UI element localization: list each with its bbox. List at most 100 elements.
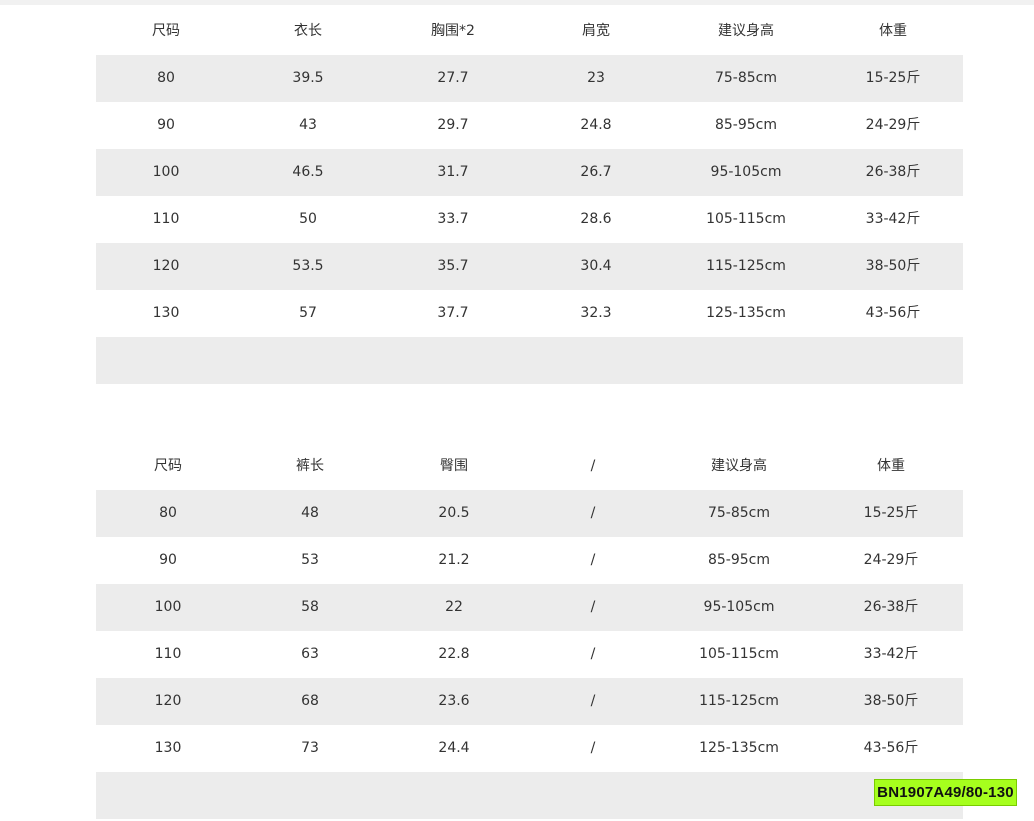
cell-length: 46.5 [292, 164, 324, 180]
cell-pants-length: 53 [301, 552, 319, 568]
top-size-table: 尺码 衣长 胸围*2 肩宽 建议身高 体重 80 39.5 27.7 23 75… [96, 8, 963, 384]
cell-chest: 29.7 [437, 117, 469, 133]
cell-size: 90 [159, 552, 177, 568]
cell-pants-length: 58 [301, 599, 319, 615]
cell-weight: 38-50斤 [865, 258, 921, 274]
table-row: 80 48 20.5 / 75-85cm 15-25斤 [96, 490, 963, 537]
cell-weight: 43-56斤 [865, 305, 921, 321]
cell-shoulder: 26.7 [580, 164, 612, 180]
header-pants-length: 裤长 [296, 458, 324, 474]
header-length: 衣长 [294, 23, 322, 39]
cell-length: 43 [299, 117, 317, 133]
header-weight: 体重 [879, 23, 907, 39]
cell-height: 125-135cm [706, 305, 786, 321]
cell-size: 90 [157, 117, 175, 133]
cell-length: 57 [299, 305, 317, 321]
cell-chest: 35.7 [437, 258, 469, 274]
cell-weight: 38-50斤 [863, 693, 919, 709]
cell-hip: 21.2 [438, 552, 470, 568]
cell-empty: / [590, 552, 596, 568]
header-hip: 臀围 [440, 458, 468, 474]
cell-height: 105-115cm [706, 211, 786, 227]
header-size: 尺码 [152, 23, 180, 39]
cell-pants-length: 73 [301, 740, 319, 756]
table-row: 110 50 33.7 28.6 105-115cm 33-42斤 [96, 196, 963, 243]
cell-empty: / [590, 740, 596, 756]
bottom-size-table: 尺码 裤长 臀围 / 建议身高 体重 80 48 20.5 / 75-85cm … [96, 443, 963, 819]
cell-size: 120 [154, 693, 182, 709]
cell-size: 80 [159, 505, 177, 521]
cell-weight: 15-25斤 [865, 70, 921, 86]
header-chest: 胸围*2 [431, 23, 475, 39]
cell-size: 110 [154, 646, 182, 662]
cell-hip: 24.4 [438, 740, 470, 756]
cell-hip: 20.5 [438, 505, 470, 521]
cell-size: 100 [154, 599, 182, 615]
header-empty: / [590, 458, 596, 474]
table-row: 120 68 23.6 / 115-125cm 38-50斤 [96, 678, 963, 725]
cell-empty: / [590, 505, 596, 521]
cell-size: 130 [154, 740, 182, 756]
product-code-badge: BN1907A49/80-130 [874, 779, 1017, 806]
table-row: 90 43 29.7 24.8 85-95cm 24-29斤 [96, 102, 963, 149]
cell-weight: 24-29斤 [863, 552, 919, 568]
cell-height: 85-95cm [714, 117, 778, 133]
cell-height: 115-125cm [699, 693, 779, 709]
cell-pants-length: 48 [301, 505, 319, 521]
cell-weight: 26-38斤 [865, 164, 921, 180]
cell-weight: 43-56斤 [863, 740, 919, 756]
cell-chest: 27.7 [437, 70, 469, 86]
cell-hip: 22 [445, 599, 463, 615]
table-row: 80 39.5 27.7 23 75-85cm 15-25斤 [96, 55, 963, 102]
cell-pants-length: 63 [301, 646, 319, 662]
top-border [0, 0, 1034, 5]
cell-shoulder: 30.4 [580, 258, 612, 274]
table-row: 120 53.5 35.7 30.4 115-125cm 38-50斤 [96, 243, 963, 290]
cell-shoulder: 32.3 [580, 305, 612, 321]
cell-height: 75-85cm [707, 505, 771, 521]
empty-table-row [96, 337, 963, 384]
cell-size: 130 [152, 305, 180, 321]
header-height: 建议身高 [718, 23, 774, 39]
cell-hip: 22.8 [438, 646, 470, 662]
cell-height: 115-125cm [706, 258, 786, 274]
cell-weight: 24-29斤 [865, 117, 921, 133]
cell-height: 105-115cm [699, 646, 779, 662]
header-size: 尺码 [154, 458, 182, 474]
cell-weight: 33-42斤 [865, 211, 921, 227]
cell-size: 120 [152, 258, 180, 274]
cell-height: 125-135cm [699, 740, 779, 756]
cell-chest: 33.7 [437, 211, 469, 227]
cell-weight: 15-25斤 [863, 505, 919, 521]
table-row: 100 58 22 / 95-105cm 26-38斤 [96, 584, 963, 631]
table-row: 130 57 37.7 32.3 125-135cm 43-56斤 [96, 290, 963, 337]
cell-hip: 23.6 [438, 693, 470, 709]
cell-height: 95-105cm [703, 599, 775, 615]
header-shoulder: 肩宽 [582, 23, 610, 39]
empty-table-row [96, 772, 963, 819]
cell-size: 80 [157, 70, 175, 86]
cell-chest: 37.7 [437, 305, 469, 321]
header-height: 建议身高 [711, 458, 767, 474]
cell-chest: 31.7 [437, 164, 469, 180]
table-header-row: 尺码 裤长 臀围 / 建议身高 体重 [96, 443, 963, 490]
table-row: 100 46.5 31.7 26.7 95-105cm 26-38斤 [96, 149, 963, 196]
table-row: 90 53 21.2 / 85-95cm 24-29斤 [96, 537, 963, 584]
table-row: 130 73 24.4 / 125-135cm 43-56斤 [96, 725, 963, 772]
cell-shoulder: 23 [587, 70, 605, 86]
cell-weight: 33-42斤 [863, 646, 919, 662]
cell-shoulder: 24.8 [580, 117, 612, 133]
cell-size: 110 [152, 211, 180, 227]
cell-height: 95-105cm [710, 164, 782, 180]
cell-empty: / [590, 693, 596, 709]
cell-height: 85-95cm [707, 552, 771, 568]
cell-pants-length: 68 [301, 693, 319, 709]
cell-length: 50 [299, 211, 317, 227]
cell-height: 75-85cm [714, 70, 778, 86]
cell-weight: 26-38斤 [863, 599, 919, 615]
cell-empty: / [590, 599, 596, 615]
header-weight: 体重 [877, 458, 905, 474]
table-header-row: 尺码 衣长 胸围*2 肩宽 建议身高 体重 [96, 8, 963, 55]
cell-empty: / [590, 646, 596, 662]
table-row: 110 63 22.8 / 105-115cm 33-42斤 [96, 631, 963, 678]
